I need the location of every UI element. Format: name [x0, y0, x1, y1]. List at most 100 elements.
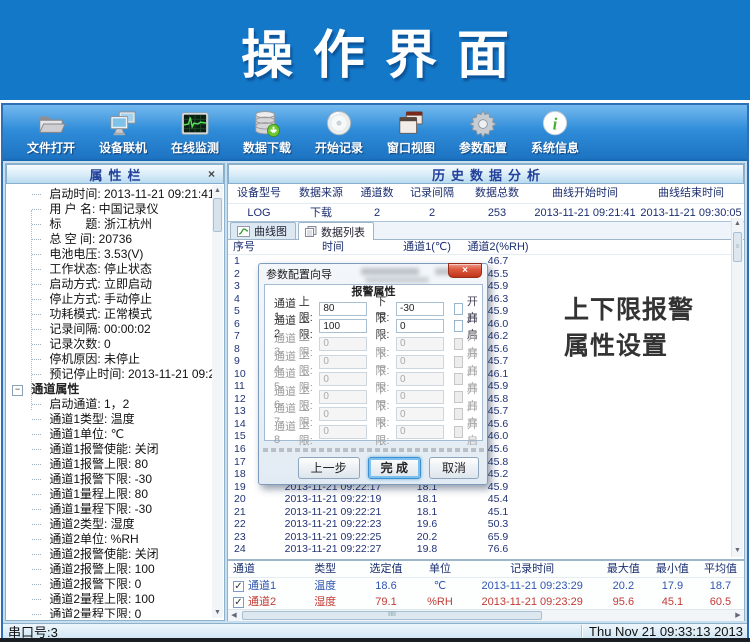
- cell-time: 2013-11-21 09:22:23: [272, 518, 394, 531]
- property-tree-item: 用 户 名: 中国记录仪: [6, 202, 212, 217]
- lower-limit-input[interactable]: [396, 372, 444, 386]
- toolbar-label: 参数配置: [459, 139, 507, 156]
- scroll-left-icon[interactable]: ◀: [228, 610, 240, 621]
- upper-limit-input[interactable]: [319, 425, 367, 439]
- data-table-row[interactable]: 22 2013-11-21 09:22:23 19.6 50.3: [228, 518, 744, 531]
- upper-limit-input[interactable]: [319, 337, 367, 351]
- upper-limit-input[interactable]: [319, 355, 367, 369]
- property-panel-close-icon[interactable]: ×: [204, 167, 219, 182]
- scroll-up-icon[interactable]: ▲: [732, 218, 743, 230]
- enable-checkbox[interactable]: [454, 338, 463, 350]
- table-vertical-scrollbar[interactable]: ▲ ≡ ▼: [731, 218, 743, 557]
- enable-checkbox[interactable]: [454, 356, 463, 368]
- upper-limit-input[interactable]: [319, 302, 367, 316]
- tab-curve-chart[interactable]: 曲线图: [230, 222, 296, 239]
- scroll-down-icon[interactable]: ▼: [212, 607, 223, 618]
- cell-index: 23: [228, 531, 272, 544]
- lower-limit-input[interactable]: [396, 302, 444, 316]
- property-tree-item: 通道1类型: 温度: [6, 412, 212, 427]
- lower-limit-input[interactable]: [396, 425, 444, 439]
- toolbar-window-view-button[interactable]: 窗口视图: [377, 108, 445, 158]
- property-tree-item: 通道1量程上限: 80: [6, 487, 212, 502]
- property-panel-scrollbar[interactable]: ▲ ▼: [212, 185, 223, 618]
- banner: 操作界面: [0, 0, 750, 100]
- upper-limit-input[interactable]: [319, 407, 367, 421]
- history-panel-header: 历史数据分析: [228, 164, 744, 184]
- enable-checkbox[interactable]: [454, 373, 463, 385]
- toolbar-data-download-button[interactable]: 数据下载: [233, 108, 301, 158]
- property-tree-item: 通道2量程上限: 100: [6, 592, 212, 607]
- scrollbar-thumb[interactable]: [213, 198, 222, 232]
- toolbar-settings-button[interactable]: 参数配置: [449, 108, 517, 158]
- data-table-row[interactable]: 24 2013-11-21 09:22:27 19.8 76.6: [228, 543, 744, 556]
- dialog-close-button[interactable]: ×: [448, 263, 482, 278]
- system-info-icon: i: [540, 110, 570, 138]
- enable-checkbox[interactable]: [454, 391, 463, 403]
- data-table-row[interactable]: 23 2013-11-21 09:22:25 20.2 65.9: [228, 531, 744, 544]
- status-divider: [581, 625, 583, 637]
- finish-button[interactable]: 完 成: [368, 457, 421, 479]
- scroll-right-icon[interactable]: ▶: [732, 610, 744, 621]
- lower-limit-input[interactable]: [396, 355, 444, 369]
- property-tree-item: 启动时间: 2013-11-21 09:21:41: [6, 187, 212, 202]
- upper-limit-input[interactable]: [319, 390, 367, 404]
- info-header: 设备型号: [228, 184, 290, 203]
- scroll-up-icon[interactable]: ▲: [212, 185, 223, 196]
- toolbar-start-record-button[interactable]: 开始记录: [305, 108, 373, 158]
- enable-checkbox[interactable]: [454, 320, 463, 332]
- enable-checkbox[interactable]: [454, 408, 463, 420]
- status-datetime: Thu Nov 21 09:33:13 2013: [589, 624, 747, 639]
- property-tree-item: 预记停止时间: 2013-11-21 09:21:41: [6, 367, 212, 382]
- toolbar-label: 在线监测: [171, 139, 219, 156]
- col-header-index: 序号: [228, 240, 272, 254]
- scrollbar-thumb[interactable]: ≡: [733, 232, 742, 262]
- property-tree-item: 启动通道: 1，2: [6, 397, 212, 412]
- lower-limit-input[interactable]: [396, 390, 444, 404]
- lower-limit-input[interactable]: [396, 337, 444, 351]
- data-table-row[interactable]: 21 2013-11-21 09:22:21 18.1 45.1: [228, 506, 744, 519]
- enable-checkbox[interactable]: [454, 426, 463, 438]
- property-tree-item-label: 通道2量程上限: 100: [49, 592, 154, 606]
- property-tree-item-label: 启动通道: 1，2: [49, 397, 129, 411]
- data-table-row[interactable]: 20 2013-11-21 09:22:19 18.1 45.4: [228, 493, 744, 506]
- channel1-checkbox[interactable]: ✓: [233, 581, 244, 592]
- lower-limit-input[interactable]: [396, 407, 444, 421]
- info-value: 2: [352, 203, 402, 221]
- previous-step-button[interactable]: 上一步: [298, 457, 360, 479]
- property-tree-item: 停机原因: 未停止: [6, 352, 212, 367]
- info-value: LOG: [228, 203, 290, 221]
- toolbar-system-info-button[interactable]: i 系统信息: [521, 108, 589, 158]
- upper-limit-input[interactable]: [319, 319, 367, 333]
- toolbar-file-open-button[interactable]: 文件打开: [17, 108, 85, 158]
- scroll-down-icon[interactable]: ▼: [732, 545, 743, 557]
- dialog-titlebar[interactable]: 参数配置向导 ×: [259, 264, 487, 284]
- property-tree-item-label: 通道1报警下限: -30: [49, 472, 152, 486]
- svg-text:i: i: [553, 115, 558, 134]
- tab-data-list[interactable]: 数据列表: [298, 222, 374, 240]
- property-tree-item-label: 电池电压: 3.53(V): [49, 247, 143, 261]
- toolbar-label: 窗口视图: [387, 139, 435, 156]
- parameter-wizard-dialog: 参数配置向导 × 报警属性 通道1 上限: 下限: 开启: [258, 263, 488, 485]
- property-panel: 属性栏 × 启动时间: 2013-11-21 09:21:41 用 户 名: 中…: [5, 163, 225, 621]
- summary-row-channel2[interactable]: ✓通道2 湿度 79.1 %RH 2013-11-21 09:23:29 95.…: [228, 594, 744, 610]
- upper-limit-input[interactable]: [319, 372, 367, 386]
- folder-open-icon: [36, 110, 66, 138]
- history-panel-title: 历史数据分析: [426, 165, 546, 184]
- summary-channel-label: 通道2: [248, 594, 276, 610]
- summary-row-channel1[interactable]: ✓通道1 温度 18.6 ℃ 2013-11-21 09:23:29 20.2 …: [228, 578, 744, 594]
- info-header: 曲线结束时间: [638, 184, 744, 203]
- toolbar-online-monitor-button[interactable]: 在线监测: [161, 108, 229, 158]
- cancel-button[interactable]: 取消: [429, 457, 479, 479]
- property-tree-item: 电池电压: 3.53(V): [6, 247, 212, 262]
- table-horizontal-scrollbar[interactable]: ◀ ⦀⦀⦀ ▶: [228, 609, 744, 621]
- cell-channel1: 19.6: [394, 518, 460, 531]
- lower-limit-input[interactable]: [396, 319, 444, 333]
- toolbar-device-online-button[interactable]: 设备联机: [89, 108, 157, 158]
- property-tree-item: 通道2量程下限: 0: [6, 607, 212, 618]
- channel2-checkbox[interactable]: ✓: [233, 597, 244, 608]
- enable-checkbox[interactable]: [454, 303, 463, 315]
- cell-index: 24: [228, 543, 272, 556]
- scrollbar-thumb[interactable]: ⦀⦀⦀: [242, 611, 542, 620]
- redaction-blur: [361, 268, 419, 275]
- tab-label: 曲线图: [254, 223, 287, 239]
